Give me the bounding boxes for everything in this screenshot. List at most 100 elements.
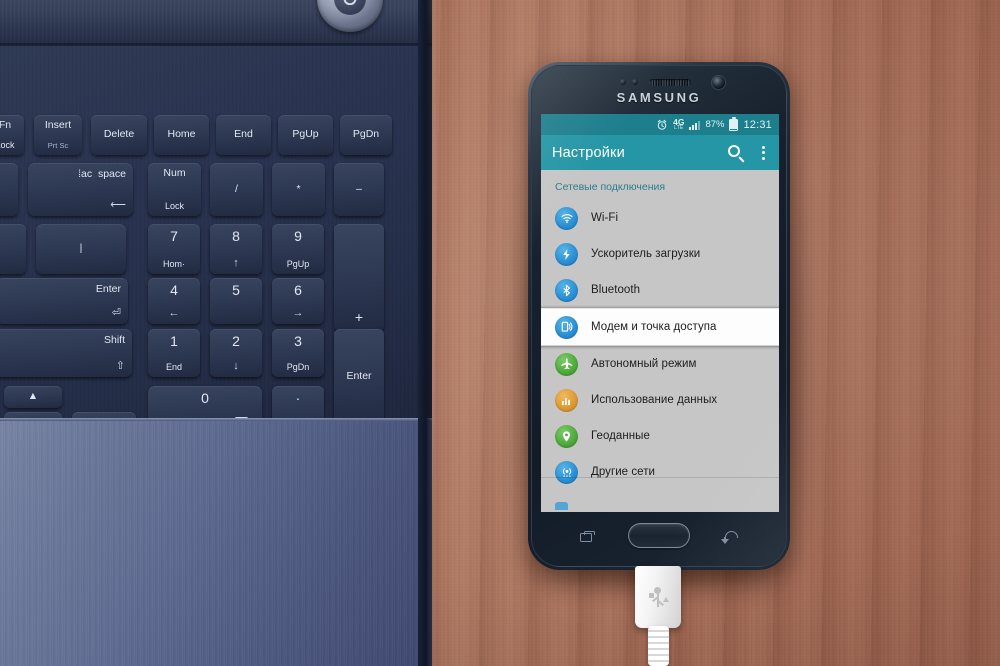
key-label-bottom: ↑ xyxy=(233,256,239,269)
key-enter-main[interactable]: Enter ⏎ xyxy=(0,278,128,324)
battery-icon xyxy=(729,116,739,131)
key-label: End xyxy=(234,128,253,141)
alarm-clock-icon xyxy=(657,119,667,130)
key-minus[interactable]: – xyxy=(334,163,384,216)
key-delete[interactable]: Delete xyxy=(91,115,147,155)
key-label-primary: 2 xyxy=(232,333,240,349)
key-label-primary: 4 xyxy=(170,282,178,298)
key-label-primary: 1 xyxy=(170,333,178,349)
key-label-top: Insert xyxy=(44,119,72,131)
samsung-logo: SAMSUNG xyxy=(616,90,702,105)
key-num4[interactable]: 4 ← xyxy=(148,278,200,324)
settings-row-label: Автономный режим xyxy=(591,358,697,370)
key-backspace[interactable]: ⁞ac space ⟵ xyxy=(28,163,133,216)
download-booster-icon xyxy=(555,242,578,266)
key-plus-equals[interactable]: += xyxy=(0,163,18,216)
location-pin-icon xyxy=(555,424,578,448)
status-bar: 4G LTE 87% 12:31 xyxy=(541,114,779,135)
key-label: ▲ xyxy=(27,390,39,403)
overflow-menu-icon[interactable] xyxy=(755,145,771,160)
key-num-lock[interactable]: Num Lock xyxy=(148,163,201,216)
key-label: Delete xyxy=(103,128,135,141)
key-label: PgUp xyxy=(292,128,319,141)
settings-row[interactable]: Ускоритель загрузки xyxy=(541,236,779,272)
earpiece-speaker xyxy=(649,79,691,86)
key-label-top: Fn xyxy=(0,119,12,131)
key-num8[interactable]: 8 ↑ xyxy=(210,224,262,274)
key-label: * xyxy=(296,182,301,195)
back-key[interactable] xyxy=(721,530,740,544)
usb-trident-icon xyxy=(648,587,669,609)
key-insert[interactable]: Insert Prt Sc xyxy=(34,115,82,155)
key-label: } xyxy=(0,243,26,255)
section-header: Сетевые подключения xyxy=(555,181,666,193)
key-num1[interactable]: 1 End xyxy=(148,329,200,377)
key-num3[interactable]: 3 PgDn xyxy=(272,329,324,377)
partial-next-item-icon xyxy=(555,502,568,510)
key-arrow-up[interactable]: ▲ xyxy=(4,386,62,408)
laptop-right-edge xyxy=(418,0,432,666)
key-numpad-enter[interactable]: Enter xyxy=(334,329,384,425)
key-num5[interactable]: 5 xyxy=(210,278,262,324)
key-label-top: Num xyxy=(163,167,186,179)
key-label: – xyxy=(356,182,362,195)
key-label-primary: 3 xyxy=(294,333,302,349)
key-label-topright: Shift xyxy=(103,334,125,346)
tethering-hotspot-icon xyxy=(555,315,578,339)
key-label-primary: 5 xyxy=(232,282,240,298)
laptop-palmrest xyxy=(0,418,432,666)
key-num7[interactable]: 7 Hom· xyxy=(148,224,200,274)
key-pipe[interactable]: | xyxy=(36,224,126,274)
key-numpad-plus[interactable]: + xyxy=(334,224,384,331)
settings-row[interactable]: Другие сети xyxy=(541,454,779,490)
airplane-mode-icon xyxy=(555,352,578,376)
bluetooth-icon xyxy=(555,278,578,302)
settings-list[interactable]: Сетевые подключения Wi-Fi Ускоритель загр… xyxy=(541,170,779,512)
key-label-primary: · xyxy=(295,390,301,406)
key-label-top: + xyxy=(0,168,18,180)
key-label: PgDn xyxy=(352,128,380,141)
settings-row-selected[interactable]: Модем и точка доступа xyxy=(541,308,779,346)
settings-row-label: Использование данных xyxy=(591,394,718,406)
settings-row[interactable]: Wi-Fi xyxy=(541,200,779,236)
key-num9[interactable]: 9 PgUp xyxy=(272,224,324,274)
key-pgup[interactable]: PgUp xyxy=(278,115,333,155)
key-label-bottom: Lock xyxy=(0,139,15,150)
settings-row[interactable]: Использование данных xyxy=(541,382,779,418)
key-label-bottom: ← xyxy=(168,306,180,319)
key-multiply[interactable]: * xyxy=(272,163,325,216)
key-label-bottomright: ⇧ xyxy=(115,359,125,372)
key-label: / xyxy=(235,182,238,195)
phone-bottom-bezel xyxy=(532,512,786,566)
data-usage-icon xyxy=(555,388,578,412)
front-camera-icon xyxy=(712,76,725,89)
key-fn-lock[interactable]: Fn Lock xyxy=(0,115,24,155)
search-icon-ring xyxy=(728,144,740,157)
key-num2[interactable]: 2 ↓ xyxy=(210,329,262,377)
battery-percent-label: 87% xyxy=(705,119,725,130)
settings-row[interactable]: Геоданные xyxy=(541,418,779,454)
key-label-bottomright: ⟵ xyxy=(110,198,126,211)
app-bar: Настройки xyxy=(541,135,779,170)
home-button[interactable] xyxy=(628,523,690,548)
settings-row[interactable]: Bluetooth xyxy=(541,272,779,308)
usb-cable-strain-relief xyxy=(648,626,669,666)
key-shift[interactable]: Shift ⇧ xyxy=(0,329,132,377)
key-pgdn[interactable]: PgDn xyxy=(340,115,392,155)
search-icon[interactable] xyxy=(726,143,746,163)
key-label-primary: 7 xyxy=(170,228,178,244)
key-divide[interactable]: / xyxy=(210,163,263,216)
key-end[interactable]: End xyxy=(216,115,271,155)
settings-row-label: Геоданные xyxy=(591,430,650,442)
keyboard-deck: Fn Lock Insert Prt Sc Delete Home End PgUp PgDn +… xyxy=(0,46,432,436)
settings-row-label: Wi-Fi xyxy=(591,212,619,224)
key-brace-close[interactable]: } xyxy=(0,224,26,274)
search-icon-handle xyxy=(738,155,745,163)
settings-row[interactable]: Автономный режим xyxy=(541,346,779,382)
phone-top-bezel: SAMSUNG xyxy=(532,66,786,114)
back-key-arrow xyxy=(721,539,729,544)
key-home[interactable]: Home xyxy=(154,115,209,155)
key-label-topright: ⁞ac space xyxy=(78,168,126,180)
recents-key[interactable] xyxy=(580,531,595,542)
key-num6[interactable]: 6 → xyxy=(272,278,324,324)
